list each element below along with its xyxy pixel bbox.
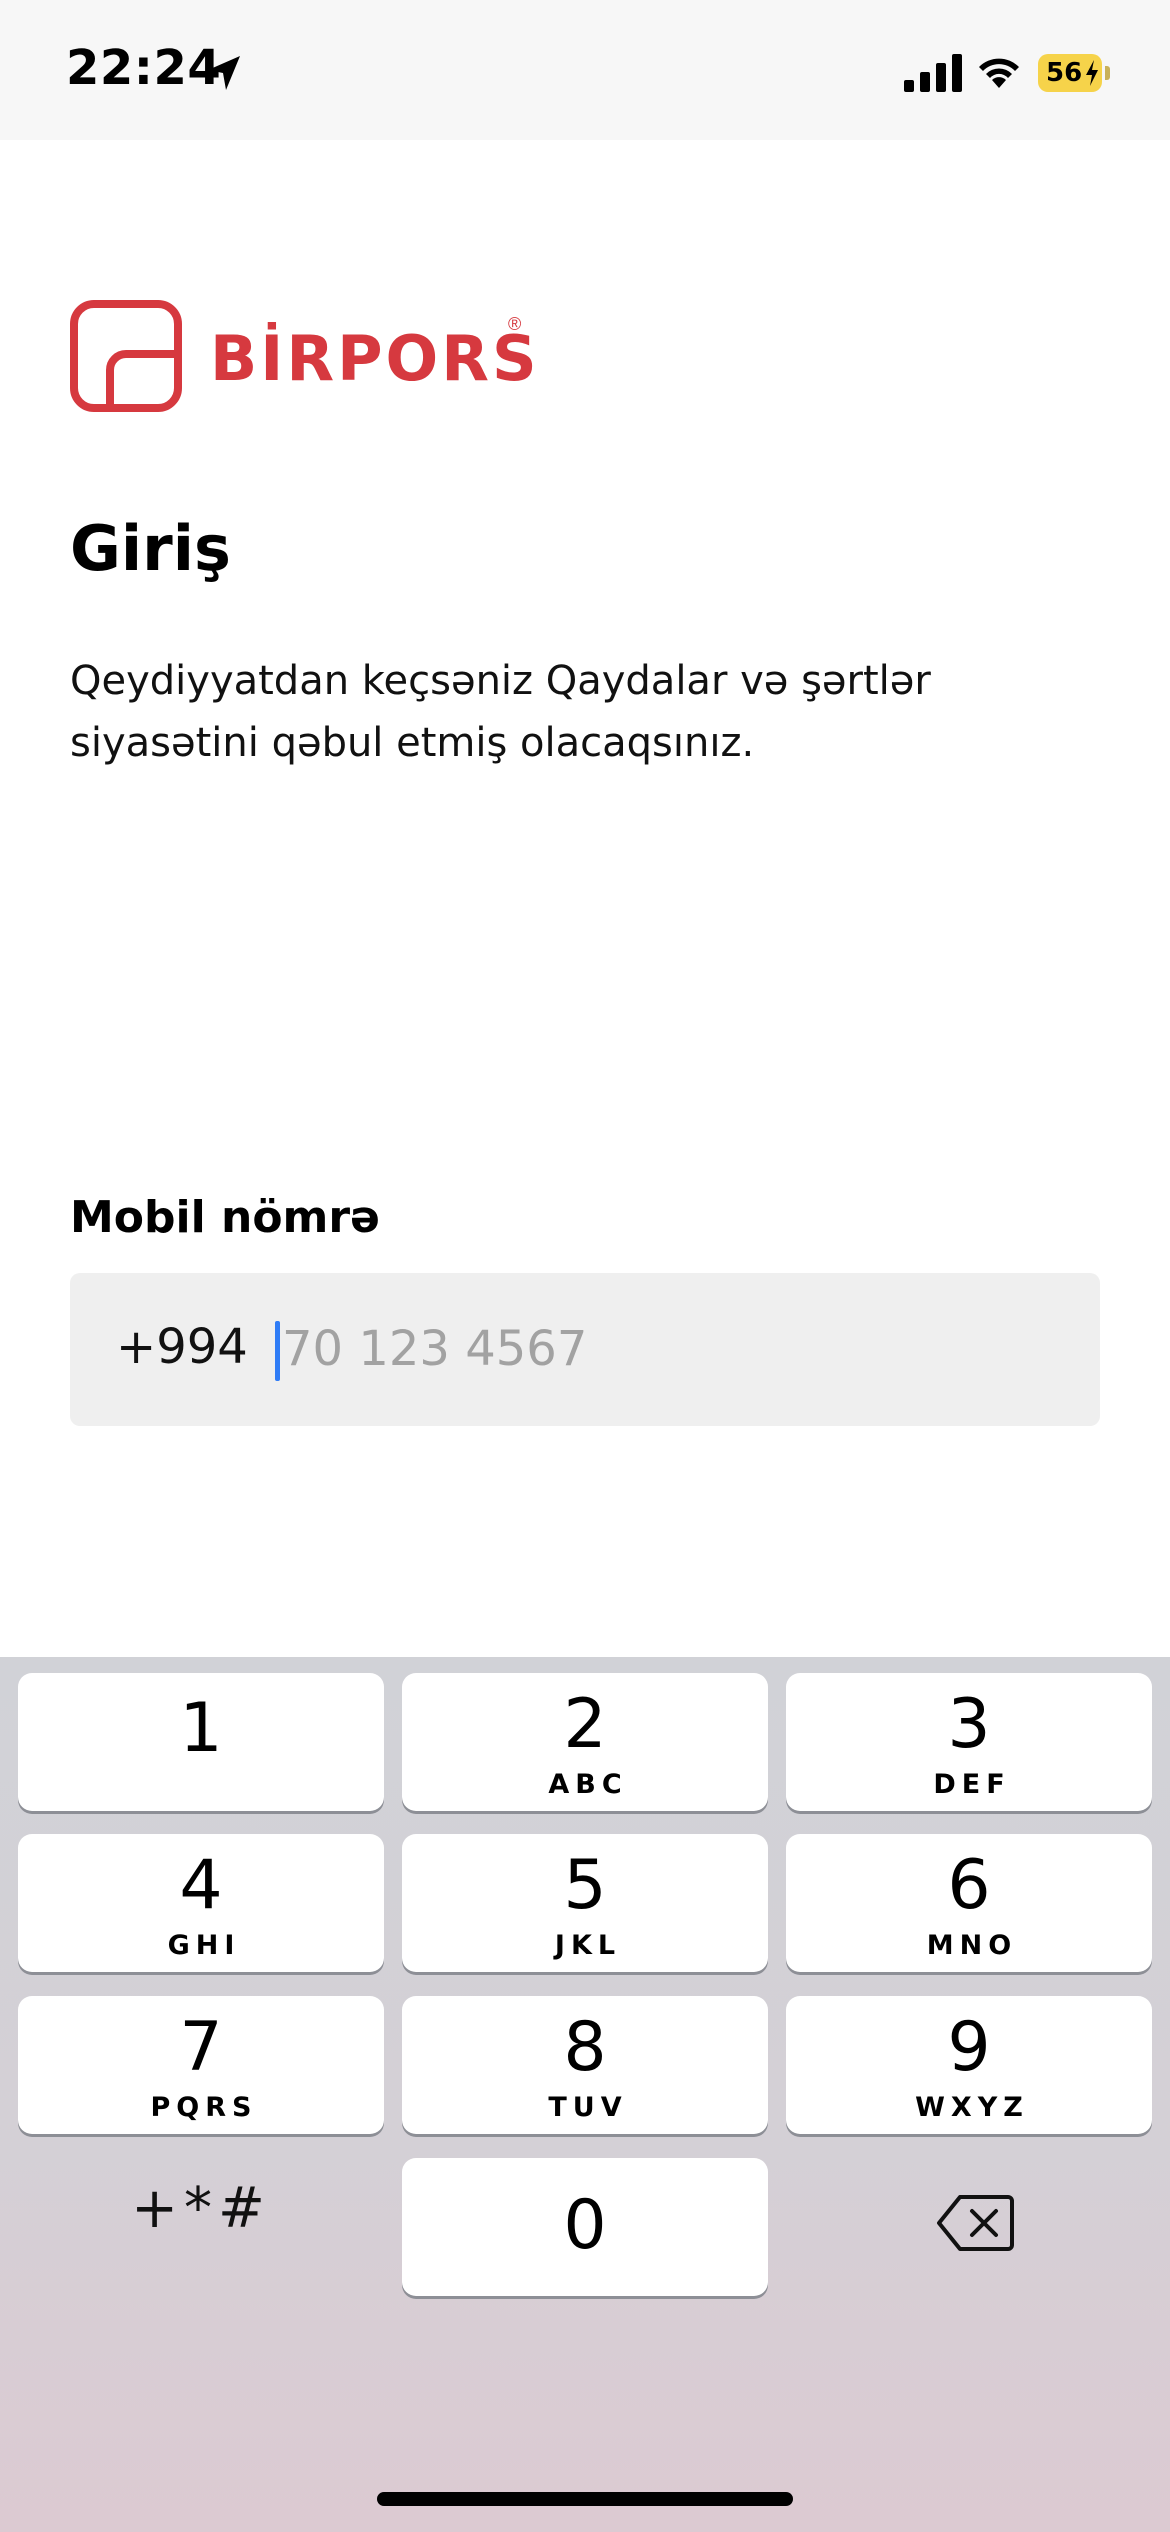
cellular-signal-icon bbox=[904, 54, 962, 92]
key-5[interactable]: 5 JKL bbox=[402, 1834, 768, 1972]
key-7[interactable]: 7 PQRS bbox=[18, 1996, 384, 2134]
key-number: 0 bbox=[563, 2186, 607, 2265]
location-arrow-icon bbox=[208, 56, 240, 90]
key-number: 1 bbox=[179, 1689, 223, 1768]
birpors-logo: BİRPORS ® bbox=[70, 300, 537, 412]
phone-field-label: Mobil nömrə bbox=[70, 1192, 380, 1243]
home-indicator[interactable] bbox=[377, 2492, 793, 2506]
key-letters: GHI bbox=[167, 1930, 241, 1961]
terms-description: Qeydiyyatdan keçsəniz Qaydalar və şərtlə… bbox=[70, 658, 931, 766]
key-letters: PQRS bbox=[150, 2092, 258, 2123]
status-time: 22:24 bbox=[66, 40, 222, 96]
key-number: 6 bbox=[947, 1846, 991, 1925]
key-letters: JKL bbox=[554, 1930, 622, 1961]
key-letters: TUV bbox=[548, 2092, 628, 2123]
key-letters: ABC bbox=[548, 1769, 628, 1800]
key-number: 7 bbox=[179, 2008, 223, 2087]
key-1[interactable]: 1 bbox=[18, 1673, 384, 1811]
page-title: Giriş bbox=[70, 512, 231, 585]
brand-name: BİRPORS bbox=[210, 322, 540, 395]
phone-field[interactable]: +994 bbox=[70, 1273, 1100, 1426]
key-number: 8 bbox=[563, 2008, 607, 2087]
key-6[interactable]: 6 MNO bbox=[786, 1834, 1152, 1972]
key-number: 9 bbox=[947, 2008, 991, 2087]
key-2[interactable]: 2 ABC bbox=[402, 1673, 768, 1811]
key-number: 5 bbox=[563, 1846, 607, 1925]
status-bar: 22:24 56 bbox=[0, 0, 1170, 140]
key-letters: DEF bbox=[933, 1769, 1011, 1800]
key-0[interactable]: 0 bbox=[402, 2158, 768, 2296]
key-4[interactable]: 4 GHI bbox=[18, 1834, 384, 1972]
key-9[interactable]: 9 WXYZ bbox=[786, 1996, 1152, 2134]
birpors-logo-mark-icon bbox=[70, 300, 182, 412]
key-letters: MNO bbox=[926, 1930, 1018, 1961]
battery-indicator: 56 bbox=[1038, 54, 1110, 92]
key-number: 4 bbox=[179, 1846, 223, 1925]
registered-mark: ® bbox=[508, 314, 522, 334]
phone-input[interactable] bbox=[280, 1313, 1064, 1385]
country-code: +994 bbox=[116, 1319, 248, 1375]
charging-bolt-icon bbox=[1086, 60, 1098, 86]
key-number: 2 bbox=[563, 1685, 607, 1764]
key-3[interactable]: 3 DEF bbox=[786, 1673, 1152, 1811]
key-letters: WXYZ bbox=[915, 2092, 1029, 2123]
key-8[interactable]: 8 TUV bbox=[402, 1996, 768, 2134]
key-number: 3 bbox=[947, 1685, 991, 1764]
wifi-icon bbox=[979, 58, 1019, 88]
battery-cap bbox=[1105, 66, 1110, 80]
symbols-key[interactable]: +*# bbox=[18, 2140, 384, 2278]
backspace-icon[interactable] bbox=[936, 2193, 1014, 2253]
numeric-keypad: 1 2 ABC 3 DEF 4 GHI 5 JKL 6 MNO 7 PQRS 8… bbox=[0, 1657, 1170, 2532]
